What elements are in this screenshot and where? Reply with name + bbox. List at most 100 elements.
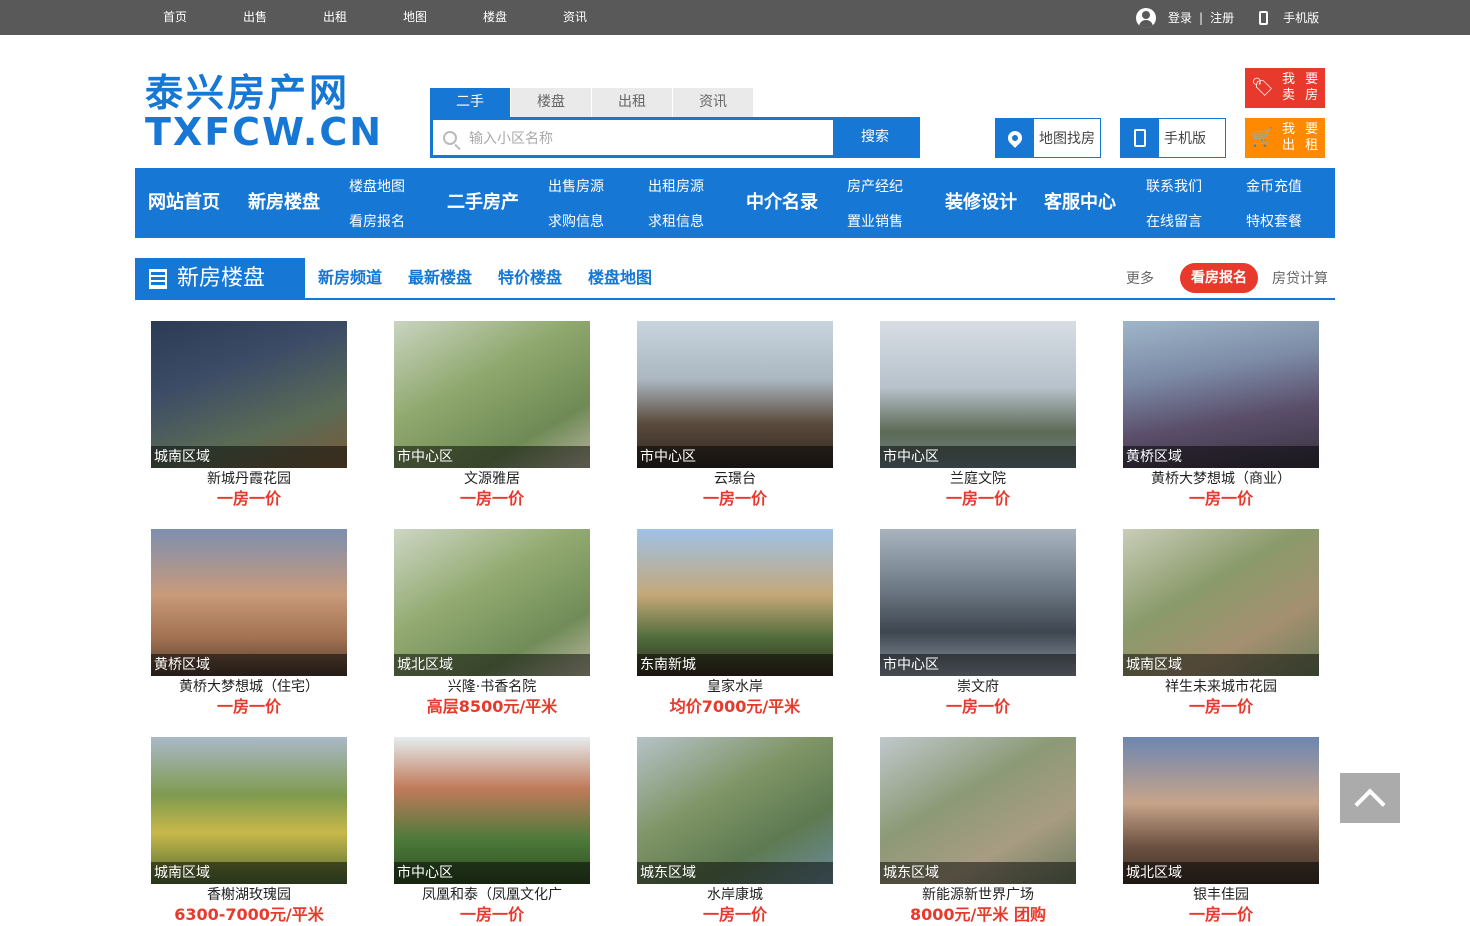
link-estate-map[interactable]: 楼盘地图 bbox=[588, 258, 652, 298]
listing-name[interactable]: 凤凰和泰（凤凰文化广 bbox=[394, 886, 590, 904]
listing-card[interactable]: 城东区域 新能源新世界广场 8000元/平米 团购 bbox=[880, 737, 1076, 926]
login-link[interactable]: 登录 bbox=[1168, 9, 1192, 26]
listing-name[interactable]: 云璟台 bbox=[637, 470, 833, 488]
search-tab-rent[interactable]: 出租 bbox=[592, 88, 672, 117]
topnav-rent[interactable]: 出租 bbox=[295, 0, 375, 35]
register-link[interactable]: 注册 bbox=[1210, 9, 1234, 26]
listing-photo[interactable]: 市中心区 bbox=[880, 529, 1076, 676]
listing-card[interactable]: 市中心区云璟台 一房一价 bbox=[637, 321, 833, 510]
listing-name[interactable]: 兴隆·书香名院 bbox=[394, 678, 590, 696]
listing-card[interactable]: 市中心区 兰庭文院 一房一价 bbox=[880, 321, 1076, 510]
loan-calculator-link[interactable]: 房贷计算 bbox=[1272, 268, 1328, 288]
listing-photo[interactable]: 城北区域 bbox=[394, 529, 590, 676]
listing-photo[interactable]: 东南新城 bbox=[637, 529, 833, 676]
listing-photo[interactable]: 城南区域 bbox=[151, 321, 347, 468]
listing-name[interactable]: 兰庭文院 bbox=[880, 470, 1076, 488]
logo-text: 泰兴房产网 bbox=[145, 71, 351, 115]
listing-card[interactable]: 黄桥区域 黄桥大梦想城（商业） 一房一价 bbox=[1123, 321, 1319, 510]
listing-card[interactable]: 城北区域 银丰佳园 一房一价 bbox=[1123, 737, 1319, 926]
listing-photo[interactable]: 城东区域 bbox=[880, 737, 1076, 884]
listing-name[interactable]: 祥生未来城市花园 bbox=[1123, 678, 1319, 696]
more-link[interactable]: 更多 bbox=[1126, 268, 1154, 288]
listing-card[interactable]: 黄桥区域黄桥大梦想城（住宅） 一房一价 bbox=[151, 529, 347, 718]
listing-photo[interactable]: 城南区域 bbox=[151, 737, 347, 884]
listing-card[interactable]: 城南区域 香榭湖玫瑰园 6300-7000元/平米 bbox=[151, 737, 347, 926]
listing-photo[interactable]: 市中心区 bbox=[880, 321, 1076, 468]
listing-card[interactable]: 城南区域 新城丹霞花园 一房一价 bbox=[151, 321, 347, 510]
nav-sale-listings[interactable]: 出售房源 bbox=[548, 176, 604, 196]
listing-photo[interactable]: 城东区域 bbox=[637, 737, 833, 884]
listing-card[interactable]: 市中心区 凤凰和泰（凤凰文化广 一房一价 bbox=[394, 737, 590, 926]
listing-area: 市中心区 bbox=[880, 446, 1076, 468]
nav-sales[interactable]: 置业销售 bbox=[847, 211, 903, 231]
search-button[interactable]: 搜索 bbox=[833, 120, 917, 155]
rent-line1: 我 要 bbox=[1282, 122, 1322, 137]
listing-card[interactable]: 东南新城 皇家水岸 均价7000元/平米 bbox=[637, 529, 833, 718]
listing-name[interactable]: 黄桥大梦想城（商业） bbox=[1123, 470, 1319, 488]
listing-name[interactable]: 香榭湖玫瑰园 bbox=[151, 886, 347, 904]
topnav-home[interactable]: 首页 bbox=[135, 0, 215, 35]
listing-card[interactable]: 市中心区 崇文府 一房一价 bbox=[880, 529, 1076, 718]
listing-name[interactable]: 文源雅居 bbox=[394, 470, 590, 488]
listing-card[interactable]: 城南区域 祥生未来城市花园 一房一价 bbox=[1123, 529, 1319, 718]
listing-card[interactable]: 城东区域 水岸康城 一房一价 bbox=[637, 737, 833, 926]
listing-photo[interactable]: 市中心区 bbox=[394, 321, 590, 468]
listing-name[interactable]: 新能源新世界广场 bbox=[880, 886, 1076, 904]
mobile-icon bbox=[1259, 10, 1269, 25]
listing-area: 市中心区 bbox=[880, 654, 1076, 676]
visit-signup-button[interactable]: 看房报名 bbox=[1180, 263, 1258, 293]
listing-name[interactable]: 新城丹霞花园 bbox=[151, 470, 347, 488]
back-to-top-button[interactable] bbox=[1340, 773, 1400, 823]
nav-buy-requests[interactable]: 求购信息 bbox=[548, 211, 604, 231]
link-latest-estates[interactable]: 最新楼盘 bbox=[408, 258, 472, 298]
nav-newhouse[interactable]: 新房楼盘 bbox=[248, 168, 320, 238]
site-logo[interactable]: 泰兴房产网 TXFCW.CN bbox=[145, 71, 383, 151]
listing-price: 一房一价 bbox=[216, 697, 281, 716]
nav-contact[interactable]: 联系我们 bbox=[1146, 176, 1202, 196]
mobile-link[interactable]: 手机版 bbox=[1283, 9, 1319, 26]
listing-name[interactable]: 黄桥大梦想城（住宅） bbox=[151, 678, 347, 696]
listing-name[interactable]: 银丰佳园 bbox=[1123, 886, 1319, 904]
search-tab-estate[interactable]: 楼盘 bbox=[511, 88, 591, 117]
search-tab-secondhand[interactable]: 二手 bbox=[430, 88, 510, 117]
link-newhouse-channel[interactable]: 新房频道 bbox=[318, 258, 382, 298]
nav-estate-map[interactable]: 楼盘地图 bbox=[349, 176, 405, 196]
listing-photo[interactable]: 市中心区 bbox=[394, 737, 590, 884]
sell-house-button[interactable]: 🏷 我 要卖 房 bbox=[1245, 68, 1325, 108]
listing-photo[interactable]: 市中心区 bbox=[637, 321, 833, 468]
topnav-map[interactable]: 地图 bbox=[375, 0, 455, 35]
listing-area: 黄桥区域 bbox=[1123, 446, 1319, 468]
nav-rent-requests[interactable]: 求租信息 bbox=[648, 211, 704, 231]
topnav-news[interactable]: 资讯 bbox=[535, 0, 615, 35]
mobile-version-button[interactable]: 手机版 bbox=[1120, 118, 1226, 158]
link-special-estates[interactable]: 特价楼盘 bbox=[498, 258, 562, 298]
listing-card[interactable]: 城北区域 兴隆·书香名院 高层8500元/平米 bbox=[394, 529, 590, 718]
nav-agents[interactable]: 中介名录 bbox=[746, 168, 818, 238]
listing-photo[interactable]: 黄桥区域 bbox=[151, 529, 347, 676]
nav-message[interactable]: 在线留言 bbox=[1146, 211, 1202, 231]
nav-rent-listings[interactable]: 出租房源 bbox=[648, 176, 704, 196]
search-box: 输入小区名称 搜索 bbox=[430, 117, 920, 158]
nav-home[interactable]: 网站首页 bbox=[148, 168, 220, 238]
rent-house-button[interactable]: 🛒 我 要出 租 bbox=[1245, 118, 1325, 158]
search-tab-news[interactable]: 资讯 bbox=[673, 88, 753, 117]
nav-visit-signup[interactable]: 看房报名 bbox=[349, 211, 405, 231]
listing-photo[interactable]: 城南区域 bbox=[1123, 529, 1319, 676]
listing-photo[interactable]: 黄桥区域 bbox=[1123, 321, 1319, 468]
nav-coin-recharge[interactable]: 金币充值 bbox=[1246, 176, 1302, 196]
nav-brokers[interactable]: 房产经纪 bbox=[847, 176, 903, 196]
listing-name[interactable]: 水岸康城 bbox=[637, 886, 833, 904]
search-input[interactable]: 输入小区名称 bbox=[433, 120, 833, 155]
nav-vip-package[interactable]: 特权套餐 bbox=[1246, 211, 1302, 231]
listing-name[interactable]: 崇文府 bbox=[880, 678, 1076, 696]
listing-photo[interactable]: 城北区域 bbox=[1123, 737, 1319, 884]
nav-decoration[interactable]: 装修设计 bbox=[945, 168, 1017, 238]
topnav-estate[interactable]: 楼盘 bbox=[455, 0, 535, 35]
nav-service[interactable]: 客服中心 bbox=[1044, 168, 1116, 238]
topnav-sale[interactable]: 出售 bbox=[215, 0, 295, 35]
listing-price: 一房一价 bbox=[702, 489, 767, 508]
listing-card[interactable]: 市中心区 文源雅居 一房一价 bbox=[394, 321, 590, 510]
map-search-button[interactable]: 地图找房 bbox=[995, 118, 1101, 158]
nav-secondhand[interactable]: 二手房产 bbox=[447, 168, 519, 238]
listing-name[interactable]: 皇家水岸 bbox=[637, 678, 833, 696]
